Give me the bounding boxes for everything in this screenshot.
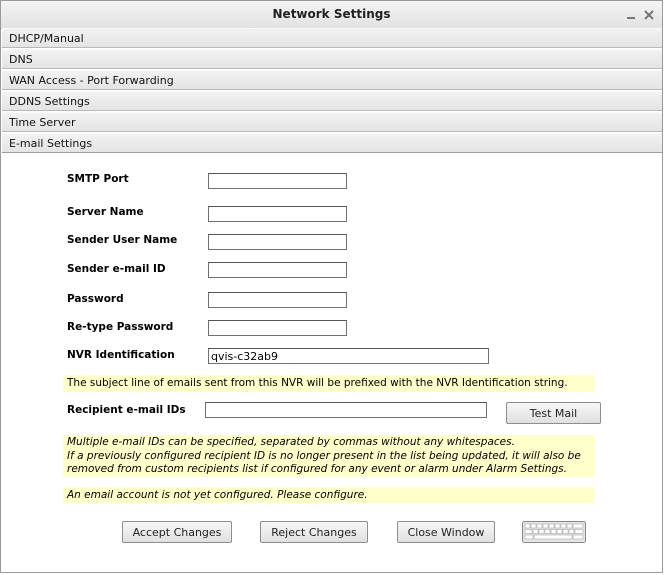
section-time-server[interactable]: Time Server xyxy=(2,112,662,132)
smtp-port-label: SMTP Port xyxy=(67,173,129,185)
window-title: Network Settings xyxy=(272,7,391,21)
multiple-email-note-line-2: If a previously configured recipient ID … xyxy=(67,449,581,462)
sender-email-input[interactable] xyxy=(208,262,347,278)
nvr-identification-label: NVR Identification xyxy=(67,349,175,361)
section-label: Time Server xyxy=(9,116,76,129)
network-settings-window: Network Settings DHCP/Manual DNS WAN Acc… xyxy=(0,0,663,573)
section-dhcp-manual[interactable]: DHCP/Manual xyxy=(2,28,662,48)
recipient-email-label: Recipient e-mail IDs xyxy=(67,404,186,416)
server-name-label: Server Name xyxy=(67,206,144,218)
close-icon[interactable] xyxy=(643,9,655,21)
retype-password-input[interactable] xyxy=(208,320,347,336)
section-email-settings[interactable]: E-mail Settings xyxy=(2,133,662,153)
minimize-icon[interactable] xyxy=(625,9,637,21)
section-label: DNS xyxy=(9,53,33,66)
sender-user-name-input[interactable] xyxy=(208,234,347,250)
account-status-note: An email account is not yet configured. … xyxy=(63,487,595,503)
section-label: DHCP/Manual xyxy=(9,32,84,45)
title-bar: Network Settings xyxy=(1,1,662,29)
test-mail-button[interactable]: Test Mail xyxy=(506,402,601,424)
section-label: E-mail Settings xyxy=(9,137,93,150)
smtp-port-input[interactable] xyxy=(208,173,347,189)
multiple-email-note-line-1: Multiple e-mail IDs can be specified, se… xyxy=(67,436,515,448)
subject-prefix-note: The subject line of emails sent from thi… xyxy=(63,375,595,392)
multiple-email-note: Multiple e-mail IDs can be specified, se… xyxy=(63,435,595,477)
accept-changes-button[interactable]: Accept Changes xyxy=(122,521,232,543)
section-wan-access[interactable]: WAN Access - Port Forwarding xyxy=(2,70,662,90)
section-label: DDNS Settings xyxy=(9,95,90,108)
server-name-input[interactable] xyxy=(208,206,347,222)
password-input[interactable] xyxy=(208,292,347,308)
section-ddns-settings[interactable]: DDNS Settings xyxy=(2,91,662,111)
section-label: WAN Access - Port Forwarding xyxy=(9,74,174,87)
close-window-button[interactable]: Close Window xyxy=(397,521,495,543)
sender-email-label: Sender e-mail ID xyxy=(67,263,166,275)
nvr-identification-input[interactable] xyxy=(208,348,489,364)
sender-user-name-label: Sender User Name xyxy=(67,234,178,246)
password-label: Password xyxy=(67,293,124,305)
retype-password-label: Re-type Password xyxy=(67,321,174,333)
reject-changes-button[interactable]: Reject Changes xyxy=(260,521,368,543)
keyboard-icon[interactable] xyxy=(522,521,586,543)
multiple-email-note-line-3: removed from custom recipients list if c… xyxy=(67,463,567,475)
section-dns[interactable]: DNS xyxy=(2,49,662,69)
recipient-email-input[interactable] xyxy=(205,402,487,418)
